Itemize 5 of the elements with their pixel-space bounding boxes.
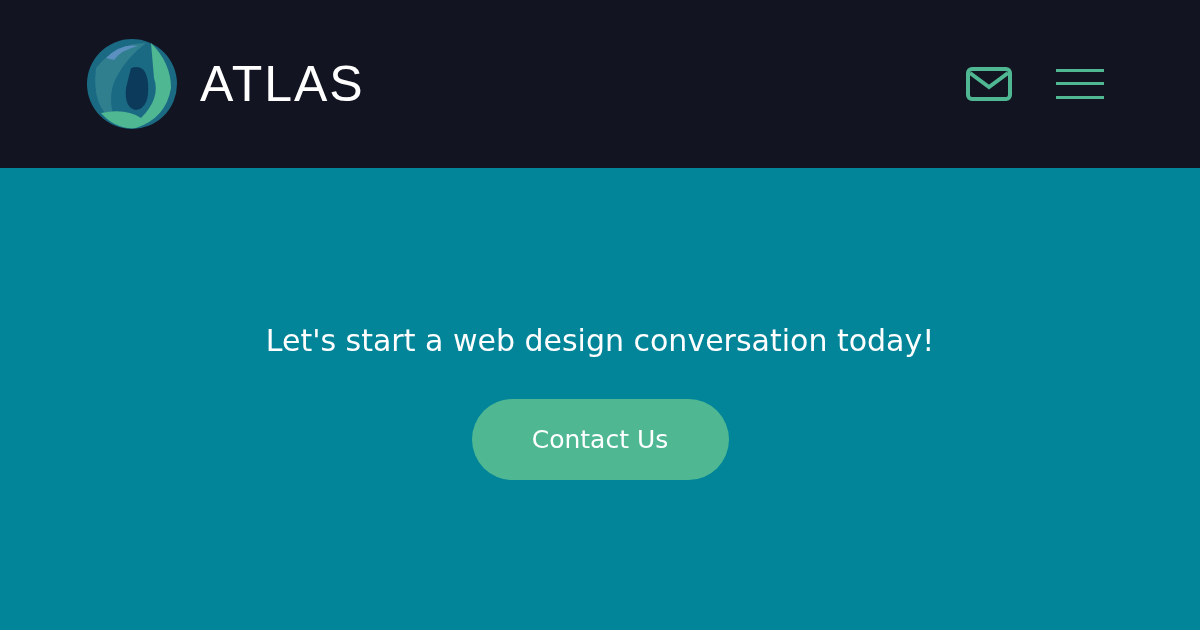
menu-icon[interactable] bbox=[1056, 69, 1104, 99]
mail-icon[interactable] bbox=[966, 67, 1012, 101]
hero-message: Let's start a web design conversation today! bbox=[265, 323, 935, 359]
globe-logo-icon bbox=[86, 38, 178, 130]
logo-text[interactable]: ATLAS bbox=[200, 55, 365, 113]
